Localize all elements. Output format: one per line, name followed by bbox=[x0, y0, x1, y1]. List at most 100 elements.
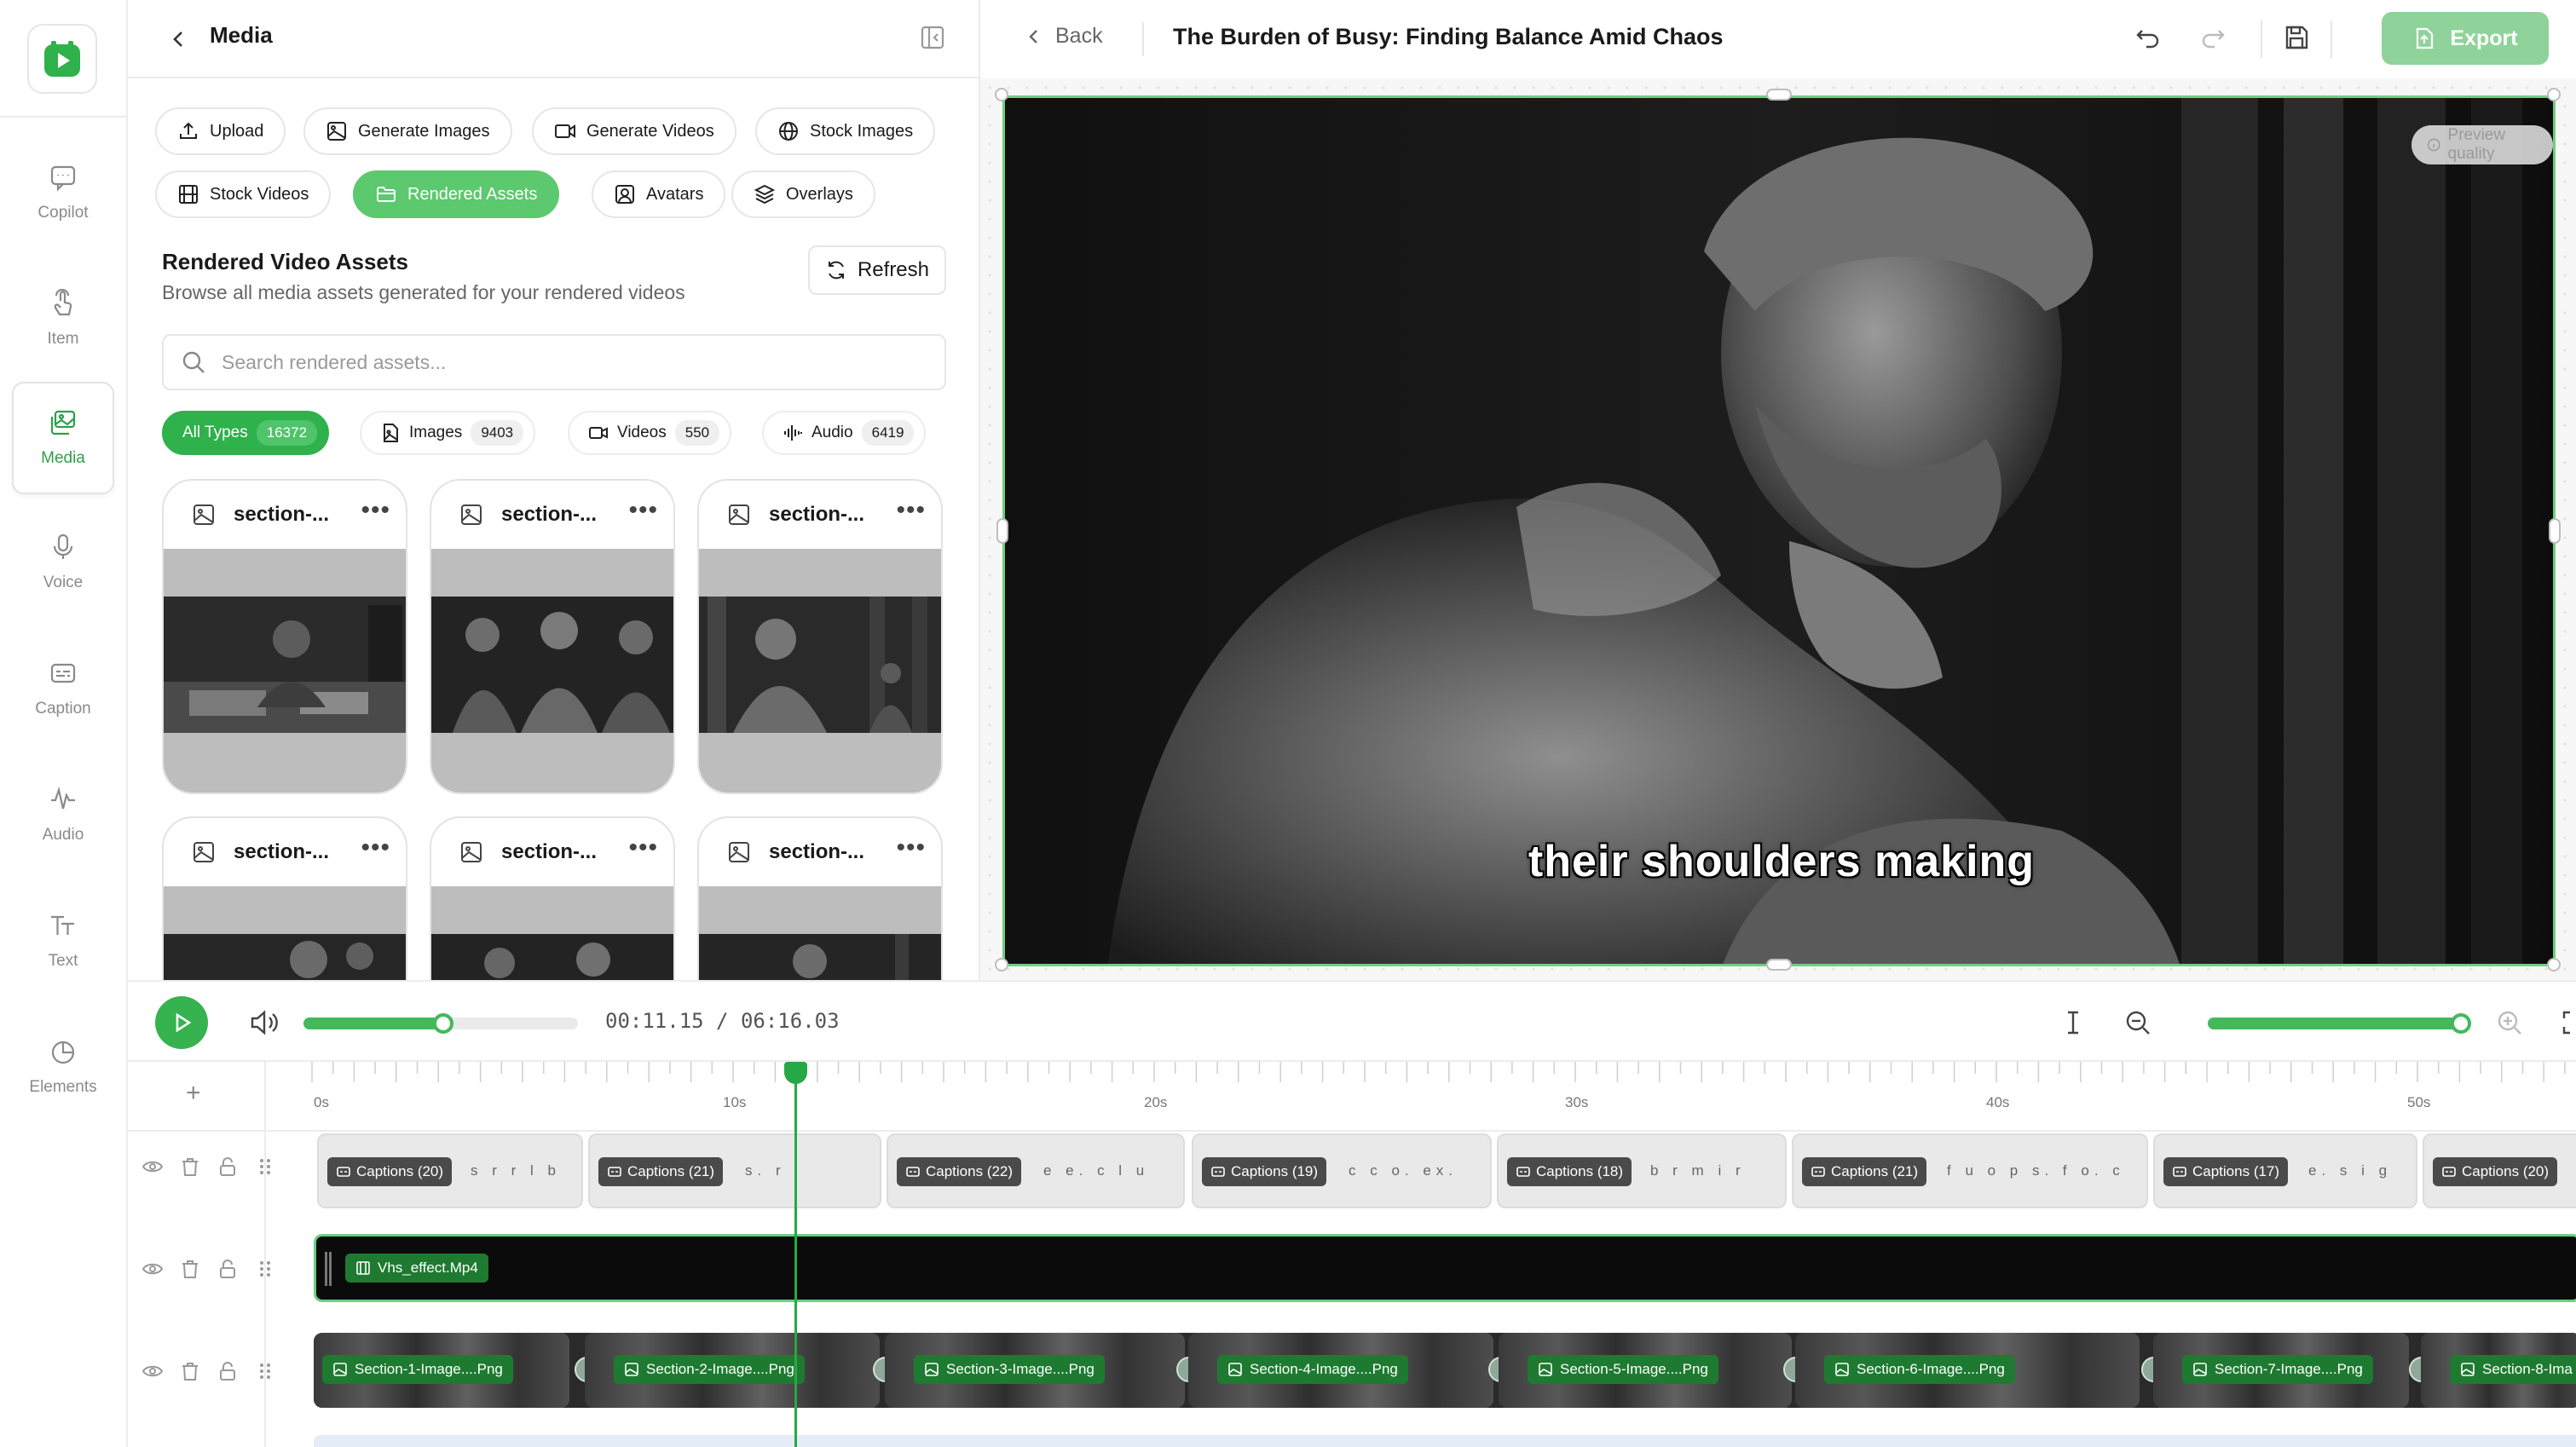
preview-quality-button[interactable]: Preview quality bbox=[2411, 125, 2553, 164]
rail-item-text[interactable]: Text bbox=[12, 885, 114, 997]
source-generate-images-button[interactable]: Generate Images bbox=[303, 107, 512, 155]
lock-icon[interactable] bbox=[217, 1156, 239, 1178]
ruler-label: 50s bbox=[2407, 1094, 2431, 1110]
zoom-handle[interactable] bbox=[2450, 1013, 2471, 1034]
refresh-button[interactable]: Refresh bbox=[808, 245, 946, 295]
rail-item-audio[interactable]: Audio bbox=[12, 758, 114, 871]
rail-item-voice[interactable]: Voice bbox=[12, 506, 114, 619]
caption-clip[interactable]: Captions (18) b r m i r bbox=[1497, 1133, 1787, 1208]
caption-clip[interactable]: Captions (22) e e. c l u bbox=[887, 1133, 1185, 1208]
image-clip[interactable]: Section-4-Image....Png bbox=[1188, 1333, 1493, 1408]
resize-handle[interactable] bbox=[2547, 958, 2561, 971]
image-clip-label: Section-7-Image....Png bbox=[2182, 1355, 2373, 1384]
preview-caption[interactable]: their shoulders making bbox=[1005, 836, 2553, 887]
caption-clip[interactable]: Captions (20) s r r l b bbox=[317, 1133, 583, 1208]
image-clip[interactable]: Section-3-Image....Png bbox=[885, 1333, 1185, 1408]
asset-card[interactable]: section-... ••• bbox=[162, 816, 407, 980]
more-options-icon[interactable]: ••• bbox=[361, 498, 390, 523]
play-button[interactable] bbox=[155, 996, 208, 1049]
resize-handle[interactable] bbox=[995, 958, 1008, 971]
asset-card[interactable]: section-... ••• bbox=[430, 479, 675, 794]
type-filter-audio[interactable]: Audio 6419 bbox=[762, 411, 927, 455]
lock-icon[interactable] bbox=[217, 1360, 239, 1382]
resize-handle[interactable] bbox=[996, 518, 1008, 544]
search-input[interactable] bbox=[222, 350, 904, 374]
add-track-button[interactable]: + bbox=[186, 1079, 201, 1108]
resize-handle[interactable] bbox=[995, 88, 1008, 101]
caption-clip[interactable]: Captions (17) e. s i g bbox=[2153, 1133, 2417, 1208]
rail-item-media[interactable]: Media bbox=[12, 382, 114, 494]
more-options-icon[interactable]: ••• bbox=[628, 835, 658, 861]
source-upload-button[interactable]: Upload bbox=[155, 107, 286, 155]
text-cursor-icon[interactable] bbox=[2056, 1006, 2090, 1040]
lock-icon[interactable] bbox=[217, 1258, 239, 1280]
rail-item-item[interactable]: Item bbox=[12, 262, 114, 375]
volume-icon[interactable] bbox=[247, 1006, 281, 1040]
asset-card[interactable]: section-... ••• bbox=[162, 479, 407, 794]
type-filter-images[interactable]: Images 9403 bbox=[360, 411, 536, 455]
image-clip[interactable]: Section-5-Image....Png bbox=[1499, 1333, 1792, 1408]
source-overlays-button[interactable]: Overlays bbox=[731, 170, 875, 218]
save-icon[interactable] bbox=[2281, 22, 2312, 53]
image-clip[interactable]: Section-2-Image....Png bbox=[585, 1333, 880, 1408]
more-options-icon[interactable]: ••• bbox=[896, 498, 926, 523]
seek-bar[interactable] bbox=[303, 1013, 578, 1034]
rail-item-elements[interactable]: Elements bbox=[12, 1011, 114, 1123]
video-preview[interactable]: Preview quality their shoulders making bbox=[1002, 95, 2556, 966]
drag-handle-icon[interactable] bbox=[254, 1360, 276, 1382]
more-options-icon[interactable]: ••• bbox=[361, 835, 390, 861]
source-stock-images-button[interactable]: Stock Images bbox=[755, 107, 936, 155]
clip-trim-handle[interactable] bbox=[325, 1252, 332, 1286]
source-avatars-button[interactable]: Avatars bbox=[592, 170, 726, 218]
effect-clip[interactable]: Vhs_effect.Mp4 bbox=[314, 1234, 2576, 1302]
type-filter-all[interactable]: All Types 16372 bbox=[162, 411, 330, 455]
zoom-slider[interactable] bbox=[2208, 1013, 2471, 1034]
timeline-ruler[interactable]: 0s 10s 20s 30s 40s 50s bbox=[309, 1062, 2576, 1130]
trash-icon[interactable] bbox=[179, 1258, 201, 1280]
zoom-out-icon[interactable] bbox=[2121, 1006, 2155, 1040]
image-clip[interactable]: Section-8-Ima bbox=[2421, 1333, 2576, 1408]
rail-item-caption[interactable]: Caption bbox=[12, 632, 114, 745]
zoom-in-icon[interactable] bbox=[2492, 1006, 2527, 1040]
caption-clip[interactable]: Captions (21) f u o p s. f o. c bbox=[1792, 1133, 2148, 1208]
image-clip[interactable]: Section-7-Image....Png bbox=[2153, 1333, 2409, 1408]
trash-icon[interactable] bbox=[179, 1360, 201, 1382]
collapse-panel-icon[interactable] bbox=[917, 22, 948, 53]
drag-handle-icon[interactable] bbox=[254, 1258, 276, 1280]
undo-icon[interactable] bbox=[2133, 22, 2163, 53]
resize-handle[interactable] bbox=[1766, 89, 1792, 101]
asset-card[interactable]: section-... ••• bbox=[697, 816, 943, 980]
fullscreen-icon[interactable] bbox=[2557, 1006, 2576, 1040]
source-stock-videos-button[interactable]: Stock Videos bbox=[155, 170, 332, 218]
resize-handle[interactable] bbox=[2549, 518, 2561, 544]
caption-clip[interactable]: Captions (21) s. r l bbox=[588, 1133, 881, 1208]
eye-icon[interactable] bbox=[142, 1360, 164, 1382]
resize-handle[interactable] bbox=[2547, 88, 2561, 101]
eye-icon[interactable] bbox=[142, 1258, 164, 1280]
drag-handle-icon[interactable] bbox=[254, 1156, 276, 1178]
caption-clip[interactable]: Captions (19) c c o. ex. bbox=[1192, 1133, 1492, 1208]
image-clip[interactable]: Section-6-Image....Png bbox=[1795, 1333, 2140, 1408]
source-rendered-assets-button[interactable]: Rendered Assets bbox=[353, 170, 560, 218]
more-options-icon[interactable]: ••• bbox=[896, 835, 926, 861]
export-button[interactable]: Export bbox=[2382, 12, 2549, 65]
resize-handle[interactable] bbox=[1766, 959, 1792, 971]
chevron-left-icon[interactable] bbox=[164, 24, 194, 55]
source-generate-videos-button[interactable]: Generate Videos bbox=[532, 107, 736, 155]
trash-icon[interactable] bbox=[179, 1156, 201, 1178]
redo-icon[interactable] bbox=[2198, 22, 2228, 53]
app-logo[interactable] bbox=[27, 24, 97, 94]
rail-item-copilot[interactable]: Copilot bbox=[12, 136, 114, 249]
asset-card[interactable]: section-... ••• bbox=[697, 479, 943, 794]
image-track: Section-1-Image....Png Section-2-Image..… bbox=[314, 1333, 2576, 1408]
image-clip[interactable]: Section-1-Image....Png bbox=[314, 1333, 569, 1408]
playhead-handle[interactable] bbox=[784, 1062, 807, 1084]
eye-icon[interactable] bbox=[142, 1156, 164, 1178]
project-title[interactable]: The Burden of Busy: Finding Balance Amid… bbox=[1173, 24, 1724, 50]
type-filter-videos[interactable]: Videos 550 bbox=[568, 411, 732, 455]
more-options-icon[interactable]: ••• bbox=[628, 498, 658, 523]
asset-card[interactable]: section-... ••• bbox=[430, 816, 675, 980]
back-button[interactable]: Back bbox=[1025, 24, 1103, 49]
caption-clip[interactable]: Captions (20) bbox=[2423, 1133, 2576, 1208]
seek-handle[interactable] bbox=[433, 1013, 454, 1034]
